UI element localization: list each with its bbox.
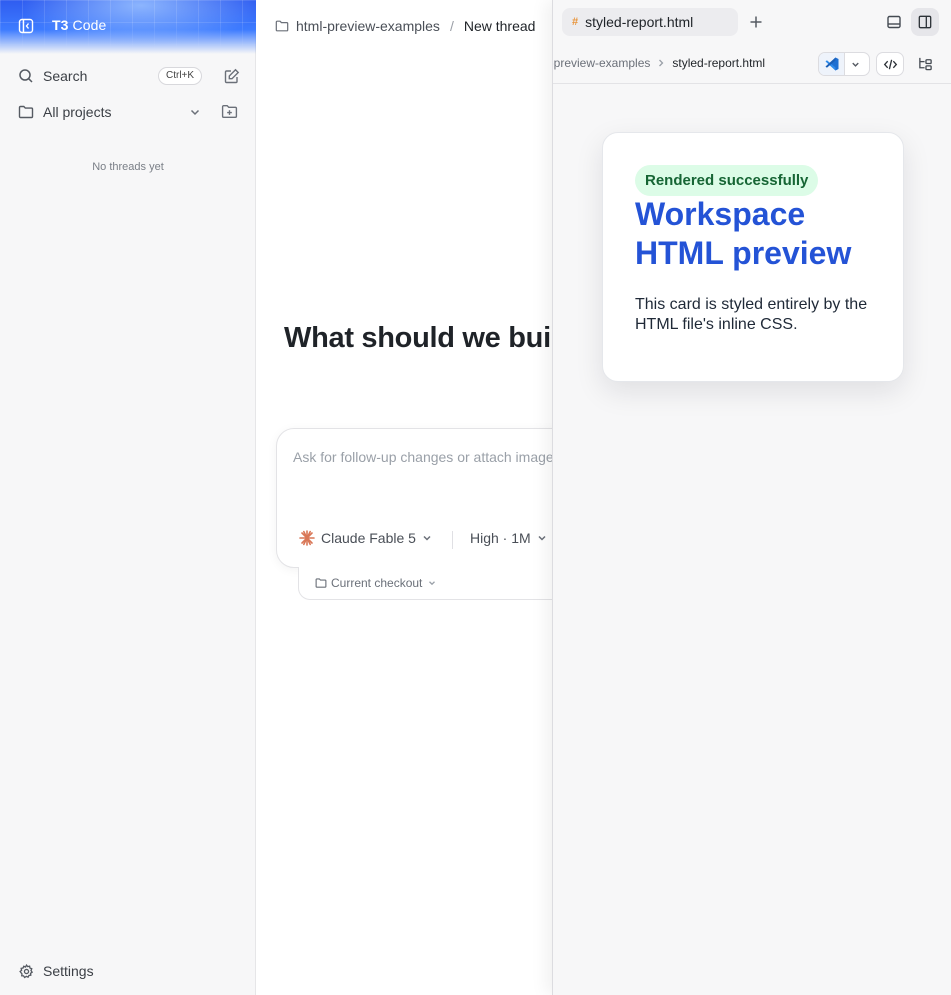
effort-label: High · 1M — [470, 530, 531, 546]
folder-plus-icon — [221, 104, 238, 119]
code-icon — [883, 59, 898, 70]
chat-main: html-preview-examples / New thread What … — [257, 0, 553, 995]
gear-icon — [19, 963, 34, 978]
breadcrumb-separator: / — [449, 18, 454, 34]
breadcrumb-project[interactable]: html-preview-examples — [296, 18, 440, 34]
search-icon — [19, 69, 33, 83]
file-tree-icon — [919, 57, 932, 71]
composer-input[interactable]: Ask for follow-up changes or attach imag… — [293, 449, 553, 465]
panel-right-icon — [918, 15, 932, 29]
view-source-button[interactable] — [876, 52, 904, 76]
html-file-icon: # — [572, 16, 579, 28]
editor-chevron-down-icon[interactable] — [850, 59, 861, 70]
open-in-editor-button[interactable] — [818, 52, 870, 76]
search-label: Search — [43, 68, 88, 84]
add-project-button[interactable] — [221, 103, 238, 120]
chevron-down-icon — [423, 535, 431, 541]
folder-icon — [18, 105, 34, 119]
effort-selector[interactable]: High · 1M — [470, 530, 548, 546]
brand-rest: Code — [72, 17, 107, 33]
file-tree-button[interactable] — [918, 56, 933, 71]
file-path-bar: html-preview-examples styled-report.html — [553, 44, 951, 84]
projects-chevron-down-icon[interactable] — [188, 105, 202, 119]
path-directory[interactable]: html-preview-examples — [553, 56, 650, 70]
breadcrumb: html-preview-examples / New thread — [275, 16, 535, 36]
checkout-bar: Current checkout — [298, 567, 553, 600]
search-button[interactable]: Search Ctrl+K — [10, 62, 246, 90]
new-thread-button[interactable] — [224, 68, 240, 84]
file-tab[interactable]: # styled-report.html — [562, 8, 738, 36]
chevron-right-icon — [659, 59, 664, 67]
folder-icon — [315, 578, 327, 588]
chevron-down-icon — [429, 581, 436, 586]
composer[interactable]: Ask for follow-up changes or attach imag… — [276, 428, 553, 568]
settings-button[interactable]: Settings — [10, 958, 246, 984]
hero-heading: What should we build? — [284, 322, 553, 354]
claude-starburst-icon — [299, 530, 315, 546]
settings-label: Settings — [43, 963, 94, 979]
panel-bottom-icon — [887, 15, 901, 29]
rendered-html-card: Rendered successfully Workspace HTML pre… — [602, 132, 904, 382]
toggle-right-panel-button[interactable] — [911, 8, 939, 36]
brand-header: T3 Code — [0, 0, 256, 54]
compose-icon — [224, 68, 240, 84]
preview-tabbar: # styled-report.html — [553, 0, 951, 44]
card-title: Workspace HTML preview — [635, 196, 852, 271]
brand-short: T3 — [52, 17, 69, 33]
sidebar: T3 Code Search Ctrl+K All projects No th… — [0, 0, 256, 995]
vscode-button[interactable] — [819, 53, 845, 75]
empty-threads-text: No threads yet — [92, 161, 164, 173]
chevron-down-icon — [538, 535, 546, 541]
toggle-bottom-panel-button[interactable] — [886, 14, 902, 30]
all-projects-selector[interactable]: All projects — [10, 98, 246, 126]
folder-icon — [275, 20, 289, 32]
file-path: html-preview-examples styled-report.html — [553, 44, 815, 84]
card-body-text: This card is styled entirely by the HTML… — [635, 296, 868, 333]
file-tab-label: styled-report.html — [585, 14, 694, 30]
breadcrumb-thread[interactable]: New thread — [464, 18, 536, 34]
app-logo: T3 Code — [52, 17, 106, 33]
checkout-selector[interactable]: Current checkout — [315, 576, 437, 590]
path-filename: styled-report.html — [672, 56, 766, 70]
sidebar-toggle-button[interactable] — [18, 18, 34, 34]
add-tab-button[interactable] — [748, 14, 764, 30]
model-label: Claude Fable 5 — [321, 530, 416, 546]
preview-panel: # styled-report.html html-preview-ex — [552, 0, 951, 995]
sidebar-collapse-icon — [18, 18, 34, 34]
search-shortcut-badge: Ctrl+K — [158, 67, 203, 85]
vscode-icon — [825, 57, 839, 71]
plus-icon — [750, 16, 762, 28]
all-projects-label: All projects — [43, 104, 112, 120]
checkout-label: Current checkout — [331, 576, 423, 590]
status-badge: Rendered successfully — [635, 165, 819, 196]
model-selector[interactable]: Claude Fable 5 — [299, 530, 433, 546]
composer-divider — [452, 531, 453, 549]
